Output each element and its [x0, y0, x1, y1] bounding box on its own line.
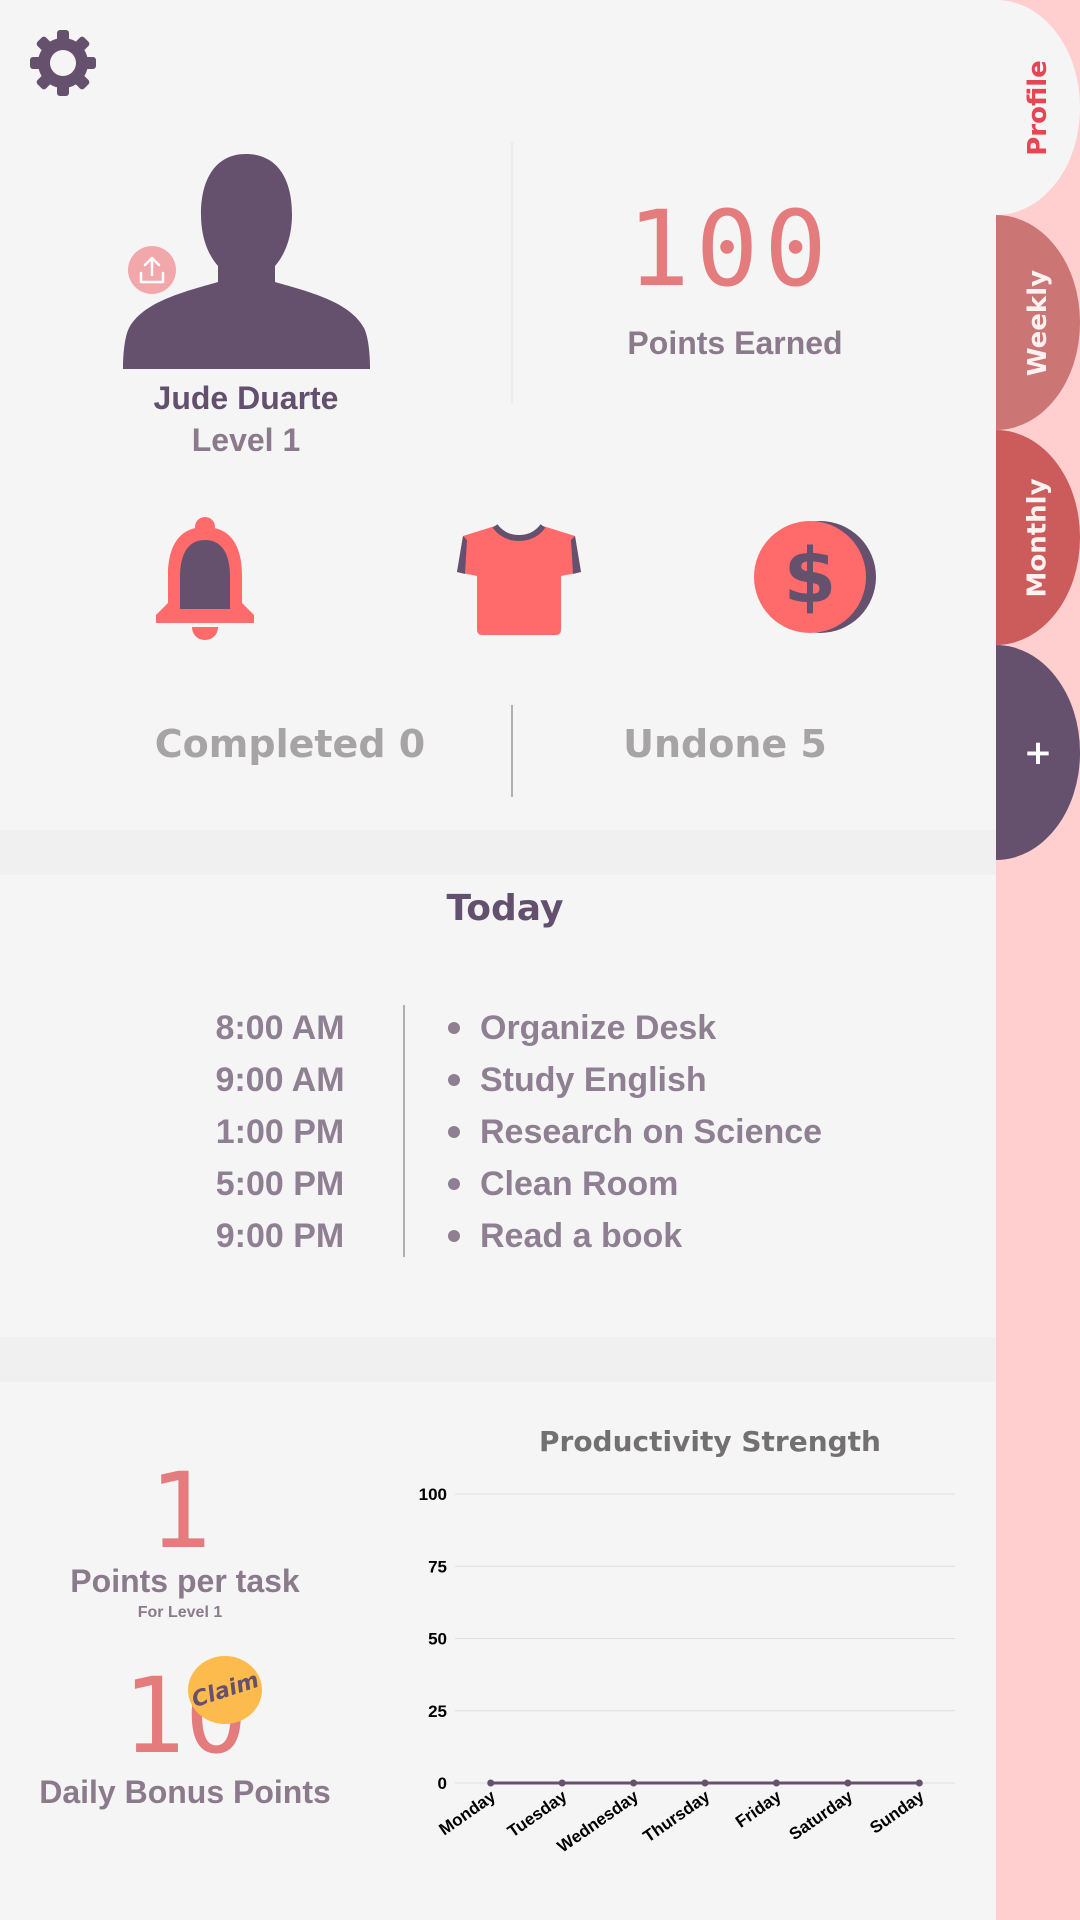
divider [511, 705, 513, 797]
section-separator [0, 830, 996, 875]
task-item[interactable]: Organize Desk [448, 1002, 948, 1054]
schedule-time: 9:00 PM [215, 1217, 345, 1255]
svg-text:$: $ [784, 531, 837, 620]
y-tick-label: 25 [428, 1702, 447, 1721]
task-label: Research on Science [480, 1113, 823, 1151]
x-tick-label: Thursday [640, 1786, 714, 1846]
tab-profile-label: Profile [1023, 59, 1053, 156]
undone-count: Undone 5 [623, 722, 827, 766]
bell-icon[interactable] [150, 515, 260, 640]
task-item[interactable]: Read a book [448, 1210, 948, 1262]
y-tick-label: 100 [419, 1485, 447, 1504]
task-item[interactable]: Research on Science [448, 1106, 948, 1158]
task-label: Organize Desk [480, 1009, 717, 1047]
data-point[interactable] [844, 1779, 852, 1787]
claim-label: Claim [188, 1667, 262, 1713]
points-earned-label: Points Earned [627, 325, 843, 361]
completed-count: Completed 0 [154, 722, 426, 766]
daily-bonus-label: Daily Bonus Points [39, 1774, 331, 1810]
divider [403, 1005, 405, 1257]
upload-icon [139, 256, 165, 284]
task-item[interactable]: Study English [448, 1054, 948, 1106]
task-label: Read a book [480, 1217, 683, 1255]
data-point[interactable] [558, 1779, 566, 1787]
x-tick-label: Saturday [786, 1786, 857, 1844]
points-per-task-subtitle: For Level 1 [137, 1604, 223, 1621]
y-tick-label: 50 [428, 1630, 447, 1649]
tab-monthly-label: Monthly [1023, 477, 1054, 598]
bullet [448, 1230, 460, 1242]
points-per-task-label: Points per task [70, 1563, 300, 1599]
section-separator [0, 1337, 996, 1382]
add-label: + [1023, 732, 1053, 773]
today-title: Today [446, 888, 564, 929]
task-label: Clean Room [480, 1165, 679, 1203]
data-point[interactable] [915, 1779, 923, 1787]
user-level: Level 1 [191, 422, 301, 458]
data-point[interactable] [772, 1779, 780, 1787]
x-tick-label: Friday [732, 1786, 785, 1831]
user-name: Jude Duarte [153, 380, 339, 416]
points-earned-value: 100 [627, 188, 833, 310]
claim-button[interactable]: Claim [188, 1656, 262, 1724]
productivity-chart: 100 75 50 25 0Monday TuesdayWednesdayThursday… [419, 1485, 955, 1856]
data-point[interactable] [701, 1779, 709, 1787]
x-tick-label: Monday [435, 1786, 499, 1839]
bullet [448, 1074, 460, 1086]
upload-button[interactable] [128, 246, 176, 294]
task-label: Study English [480, 1061, 707, 1099]
points-per-task-value: 1 [148, 1450, 212, 1572]
coin-icon[interactable]: $ [752, 518, 877, 636]
bullet [448, 1178, 460, 1190]
data-point[interactable] [630, 1779, 638, 1787]
task-item[interactable]: Clean Room [448, 1158, 948, 1210]
x-tick-label: Sunday [866, 1786, 928, 1837]
tab-weekly-label: Weekly [1023, 269, 1054, 376]
schedule-time: 8:00 AM [215, 1009, 345, 1047]
y-tick-label: 75 [428, 1557, 447, 1576]
schedule-times: 8:00 AM 9:00 AM 1:00 PM 5:00 PM 9:00 PM [195, 1002, 365, 1262]
bullet [448, 1022, 460, 1034]
schedule-tasks: Organize Desk Study English Research on … [448, 1002, 948, 1262]
x-tick-label: Wednesday [554, 1786, 642, 1856]
y-tick-label: 0 [438, 1774, 447, 1793]
x-tick-label: Tuesday [504, 1786, 571, 1841]
gear-icon[interactable] [28, 28, 98, 98]
data-point[interactable] [487, 1779, 495, 1787]
schedule-time: 9:00 AM [215, 1061, 345, 1099]
divider [511, 142, 513, 404]
bullet [448, 1126, 460, 1138]
schedule-time: 1:00 PM [215, 1113, 345, 1151]
schedule-time: 5:00 PM [215, 1165, 345, 1203]
shirt-icon[interactable] [455, 520, 583, 635]
chart-title: Productivity Strength [538, 1425, 881, 1458]
